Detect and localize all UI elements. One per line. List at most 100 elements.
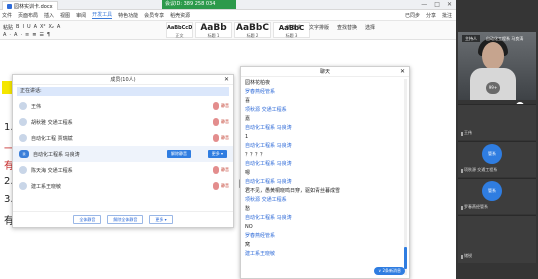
chat-panel: 聊天 ✕ 园林花柏夜 罗春燕经管系喜项秋源 交通工程系嘉自动化工程系 马良涛 1 自动… (240, 66, 410, 279)
scroll-thumb[interactable] (404, 247, 407, 269)
chat-scrollbar[interactable] (404, 79, 407, 275)
chat-sender-name: 罗春燕经管系 (245, 89, 276, 95)
close-icon[interactable]: ✕ (224, 75, 229, 85)
tile-name: 罗春燕经管系 (464, 204, 488, 209)
mic-muted-icon[interactable] (213, 182, 219, 190)
more-options-button[interactable]: 更多 ▾ (149, 215, 173, 224)
style-label: 正文 (175, 33, 184, 38)
chat-message-text: 1 (245, 134, 249, 140)
paste-button[interactable]: 粘贴 (3, 24, 13, 31)
member-list-dialog: 成员(10人) ✕ 正在讲话: 王伟 静音 胡秋雅 交通工程系 静音 自动化工程… (12, 74, 234, 228)
menu-item[interactable]: 会员专享 (144, 12, 164, 19)
title-bar: 园林实训卡.docx 会议ID: 389 258 034 — □ ✕ (0, 0, 456, 10)
more-button[interactable]: 更多 ▾ (207, 150, 227, 158)
member-name: 王伟 (31, 103, 42, 110)
separator: · (9, 32, 12, 38)
new-messages-button[interactable]: ∨ 2条新消息 (374, 267, 405, 275)
chat-message-text: 嗯 (245, 170, 251, 176)
superscript-button[interactable]: X² (40, 24, 45, 31)
mute-status: 静音 (221, 183, 229, 188)
underline-button[interactable]: U (27, 24, 31, 31)
subscript-button[interactable]: X₂ (48, 24, 53, 31)
member-row[interactable]: 陈天海 交通工程系 静音 (13, 162, 233, 178)
bold-button[interactable]: B (16, 24, 19, 31)
avatar (19, 182, 27, 190)
chat-sender-name: 自动化工程系 马良涛 (245, 161, 292, 167)
ribbon-toolbar: 粘贴 B I U A X² X₂ A A · A · ≡ ≣ ☰ ¶ AaBbC… (0, 21, 456, 40)
menu-item[interactable]: 文件 (2, 12, 12, 19)
menu-item[interactable]: 插入 (44, 12, 54, 19)
highlight-button[interactable]: A (57, 24, 60, 31)
menu-item-active[interactable]: 开发工具 (92, 11, 113, 19)
member-row[interactable]: 建工系王晓敏 静音 (13, 178, 233, 194)
text-effect-button[interactable]: A (3, 32, 6, 38)
chat-message-list[interactable]: 园林花柏夜 罗春燕经管系喜项秋源 交通工程系嘉自动化工程系 马良涛 1 自动化工程系 … (245, 79, 395, 259)
avatar (19, 102, 27, 110)
tile-avatar: 管系 (482, 144, 502, 164)
mic-icon (461, 169, 463, 173)
member-row[interactable]: 自动化工程 贾瑞斌 静音 (13, 130, 233, 146)
person-face (482, 42, 504, 70)
minimize-button[interactable]: — (421, 1, 427, 8)
unmute-all-button[interactable]: 解除全体静音 (107, 215, 144, 224)
menu-item[interactable]: 稻壳资源 (170, 12, 190, 19)
font-color-button[interactable]: A (34, 24, 37, 31)
separator: · (20, 32, 23, 38)
screen: { "window": { "doc_tab": "园林实训卡.docx", "… (0, 0, 538, 279)
find-replace-button[interactable]: 查找替换 (337, 24, 357, 31)
mic-muted-icon[interactable] (213, 118, 219, 126)
chat-sender-name: 项秋源 交通工程系 (245, 107, 287, 113)
unmute-button[interactable]: 解除静音 (167, 150, 191, 158)
mic-muted-icon[interactable] (213, 166, 219, 174)
video-tile[interactable]: 管系 罗春燕经管系 (458, 178, 536, 214)
comment-button[interactable]: 批注 (442, 12, 452, 19)
align-center-button[interactable]: ≣ (32, 32, 36, 38)
mic-muted-icon[interactable] (213, 102, 219, 110)
tile-name: 王伟 (464, 130, 472, 135)
select-button[interactable]: 选择 (365, 24, 375, 31)
chat-title: 聊天 ✕ (241, 67, 409, 77)
mic-icon (461, 255, 463, 259)
member-row-self[interactable]: 我 自动化工程系 马良涛 解除静音 更多 ▾ (13, 146, 233, 162)
document-tab[interactable]: 园林实训卡.docx (2, 1, 58, 10)
menu-item[interactable]: 特色功能 (118, 12, 138, 19)
mic-icon (461, 206, 463, 210)
close-button[interactable]: ✕ (447, 1, 452, 8)
video-tile[interactable]: 储锐 (458, 215, 536, 263)
style-label: 标题 1 (207, 33, 220, 38)
text-color-button[interactable]: A (14, 32, 17, 38)
network-stats-badge: 99+ (486, 82, 500, 94)
sync-status[interactable]: 已同步 (405, 12, 420, 19)
menu-item[interactable]: 页面布局 (18, 12, 38, 19)
video-tile[interactable]: 管系 项秋源 交通工程系 (458, 141, 536, 177)
new-style-button[interactable]: 新样式 (286, 24, 301, 31)
style-normal[interactable]: AaBbCcDd 正文 (166, 22, 193, 38)
video-tile[interactable]: 王伟 (458, 104, 536, 140)
member-row[interactable]: 胡秋雅 交通工程系 静音 (13, 114, 233, 130)
host-avatar: 我 (19, 150, 29, 158)
meeting-id-banner: 会议ID: 389 258 034 (162, 0, 236, 9)
speaking-indicator: 正在讲话: (17, 87, 229, 96)
mic-muted-icon[interactable] (213, 134, 219, 142)
style-heading2[interactable]: AaBbC 标题 2 (234, 22, 271, 38)
video-strip: 主持人 自动化工程系 马良涛 99+ › 王伟 管系 项秋源 交通工程系 管系 … (456, 0, 538, 279)
avatar (19, 166, 27, 174)
justify-button[interactable]: ☰ (39, 32, 43, 38)
menu-item[interactable]: 审阅 (76, 12, 86, 19)
mute-all-button[interactable]: 全体静音 (73, 215, 102, 224)
style-heading1[interactable]: AaBb 标题 1 (195, 22, 232, 38)
close-icon[interactable]: ✕ (400, 67, 405, 77)
text-layout-button[interactable]: 文字排版 (309, 24, 329, 31)
italic-button[interactable]: I (22, 24, 23, 31)
member-name: 建工系王晓敏 (31, 183, 62, 190)
menu-bar: 文件 页面布局 插入 视图 审阅 开发工具 特色功能 会员专享 稻壳资源 已同步… (0, 10, 456, 21)
member-row[interactable]: 王伟 静音 (13, 98, 233, 114)
chat-sender-name: 自动化工程系 马良涛 (245, 143, 292, 149)
maximize-button[interactable]: □ (434, 1, 440, 8)
member-list-footer: 全体静音 解除全体静音 更多 ▾ (13, 211, 233, 227)
share-button[interactable]: 分享 (426, 12, 436, 19)
align-left-button[interactable]: ≡ (25, 32, 29, 38)
menu-item[interactable]: 视图 (60, 12, 70, 19)
paragraph-mark-button[interactable]: ¶ (47, 32, 50, 38)
chat-sender-name: 自动化工程系 马良涛 (245, 179, 292, 185)
